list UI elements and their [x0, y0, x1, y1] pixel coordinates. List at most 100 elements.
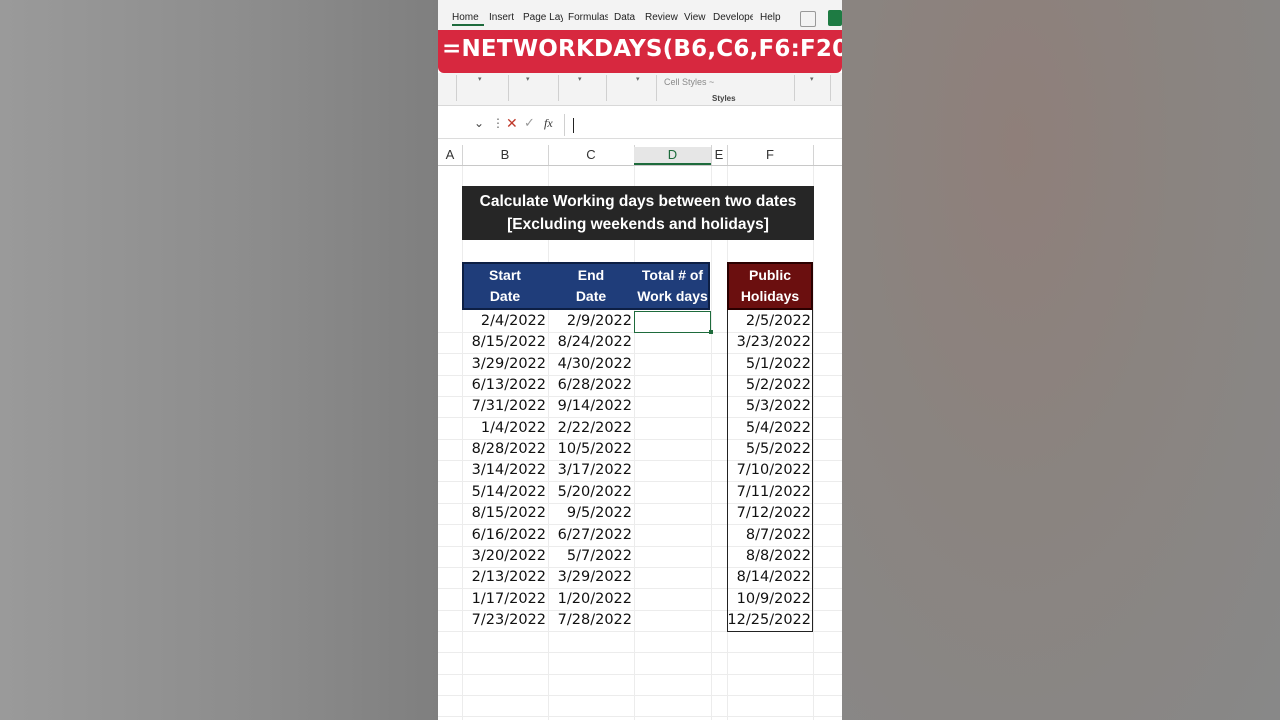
header-holidays-line-2: Holidays	[740, 288, 800, 304]
grid-line	[438, 716, 842, 717]
insert-function-icon[interactable]: fx	[544, 116, 553, 131]
holidays-border	[727, 310, 813, 632]
column-headers: A B C D E F	[438, 145, 842, 166]
end-date-cell[interactable]: 5/20/2022	[548, 482, 632, 503]
end-date-cell[interactable]: 9/5/2022	[548, 503, 632, 524]
tab-help[interactable]: Help	[760, 12, 784, 23]
grid-line	[634, 166, 635, 720]
background-right	[842, 0, 1280, 720]
end-date-cell[interactable]: 3/17/2022	[548, 460, 632, 481]
end-date-cell[interactable]: 6/28/2022	[548, 375, 632, 396]
chevron-down-icon[interactable]: ▾	[478, 75, 482, 83]
start-date-cell[interactable]: 5/14/2022	[462, 482, 546, 503]
ribbon-tab-bar: Home Insert Page Lay Formulas Data Revie…	[438, 0, 842, 30]
header-end-date[interactable]: End Date	[548, 262, 634, 310]
grid-line	[813, 166, 814, 720]
comments-icon[interactable]	[800, 11, 816, 27]
start-date-cell[interactable]: 8/28/2022	[462, 439, 546, 460]
header-total-line-2: Work days	[637, 288, 708, 304]
header-holidays-line-1: Public	[748, 267, 791, 283]
grid-line	[438, 674, 842, 675]
chevron-down-icon[interactable]: ▾	[636, 75, 640, 83]
formula-bar: ⌄ ⋮ ✕ ✓ fx	[438, 112, 842, 139]
end-date-cell[interactable]: 2/9/2022	[548, 311, 632, 332]
tab-page-layout[interactable]: Page Lay	[523, 12, 563, 23]
end-date-cell[interactable]: 3/29/2022	[548, 567, 632, 588]
ribbon-divider	[558, 75, 559, 101]
ribbon-divider	[794, 75, 795, 101]
end-date-cell[interactable]: 6/27/2022	[548, 525, 632, 546]
column-header-c[interactable]: C	[548, 147, 634, 162]
active-cell-d6[interactable]	[634, 311, 711, 333]
fill-handle[interactable]	[709, 330, 713, 334]
tab-insert[interactable]: Insert	[489, 12, 517, 23]
cell-styles-button[interactable]: Cell Styles ~	[664, 77, 714, 87]
column-header-f[interactable]: F	[727, 147, 813, 162]
header-end-line-2: Date	[575, 288, 607, 304]
tab-formulas[interactable]: Formulas	[568, 12, 608, 23]
end-date-cell[interactable]: 1/20/2022	[548, 589, 632, 610]
start-date-cell[interactable]: 3/29/2022	[462, 354, 546, 375]
header-start-line-2: Date	[489, 288, 521, 304]
end-date-cell[interactable]: 2/22/2022	[548, 418, 632, 439]
chevron-down-icon[interactable]: ▾	[578, 75, 582, 83]
column-header-d[interactable]: D	[634, 147, 711, 165]
share-icon[interactable]	[828, 10, 842, 26]
background-left	[0, 0, 438, 720]
sheet-title-block[interactable]: Calculate Working days between two dates…	[462, 186, 814, 240]
enter-check-icon[interactable]: ✓	[524, 115, 535, 131]
column-header-a[interactable]: A	[438, 147, 462, 162]
header-public-holidays[interactable]: Public Holidays	[727, 262, 813, 310]
grid-line	[711, 166, 712, 720]
tab-developer[interactable]: Develope	[713, 12, 753, 23]
tab-review[interactable]: Review	[645, 12, 679, 23]
formula-input[interactable]	[573, 118, 574, 133]
start-date-cell[interactable]: 7/31/2022	[462, 396, 546, 417]
tab-home[interactable]: Home	[452, 12, 484, 26]
chevron-down-icon[interactable]: ▾	[810, 75, 814, 83]
ribbon-divider	[656, 75, 657, 101]
formula-banner: =NETWORKDAYS(B6,C6,F6:F20)	[438, 30, 842, 73]
tab-view[interactable]: View	[684, 12, 708, 23]
start-date-cell[interactable]: 7/23/2022	[462, 610, 546, 631]
ribbon-divider	[456, 75, 457, 101]
sheet-title-line-2: [Excluding weekends and holidays]	[507, 216, 769, 233]
end-date-cell[interactable]: 5/7/2022	[548, 546, 632, 567]
ribbon-divider	[830, 75, 831, 101]
ribbon-divider	[508, 75, 509, 101]
start-date-cell[interactable]: 2/4/2022	[462, 311, 546, 332]
start-date-cell[interactable]: 1/17/2022	[462, 589, 546, 610]
header-start-date[interactable]: Start Date	[462, 262, 548, 310]
start-date-cell[interactable]: 2/13/2022	[462, 567, 546, 588]
header-end-line-1: End	[577, 267, 605, 283]
end-date-cell[interactable]: 9/14/2022	[548, 396, 632, 417]
cancel-icon[interactable]: ✕	[506, 115, 518, 132]
column-header-b[interactable]: B	[462, 147, 548, 162]
chevron-down-icon[interactable]: ▾	[526, 75, 530, 83]
grid-line	[438, 695, 842, 696]
start-date-cell[interactable]: 3/20/2022	[462, 546, 546, 567]
end-date-cell[interactable]: 7/28/2022	[548, 610, 632, 631]
column-header-e[interactable]: E	[711, 147, 727, 162]
sheet-title-line-1: Calculate Working days between two dates	[479, 193, 797, 210]
formula-bar-divider	[564, 114, 565, 136]
ribbon-body: ▾ ▾ ▾ ▾ Cell Styles ~ Styles ▾	[438, 73, 842, 106]
column-divider	[813, 145, 814, 165]
end-date-cell[interactable]: 8/24/2022	[548, 332, 632, 353]
styles-group-label: Styles	[712, 94, 736, 103]
banner-formula-text: =NETWORKDAYS(B6,C6,F6:F20)	[442, 36, 842, 62]
header-total-line-1: Total # of	[641, 267, 704, 283]
start-date-cell[interactable]: 8/15/2022	[462, 503, 546, 524]
header-total-work-days[interactable]: Total # of Work days	[634, 262, 711, 310]
start-date-cell[interactable]: 1/4/2022	[462, 418, 546, 439]
ribbon-divider	[606, 75, 607, 101]
start-date-cell[interactable]: 6/13/2022	[462, 375, 546, 396]
start-date-cell[interactable]: 6/16/2022	[462, 525, 546, 546]
end-date-cell[interactable]: 4/30/2022	[548, 354, 632, 375]
more-options-icon[interactable]: ⋮	[492, 116, 504, 130]
start-date-cell[interactable]: 3/14/2022	[462, 460, 546, 481]
tab-data[interactable]: Data	[614, 12, 638, 23]
start-date-cell[interactable]: 8/15/2022	[462, 332, 546, 353]
end-date-cell[interactable]: 10/5/2022	[548, 439, 632, 460]
name-box-chevron-icon[interactable]: ⌄	[474, 116, 484, 130]
